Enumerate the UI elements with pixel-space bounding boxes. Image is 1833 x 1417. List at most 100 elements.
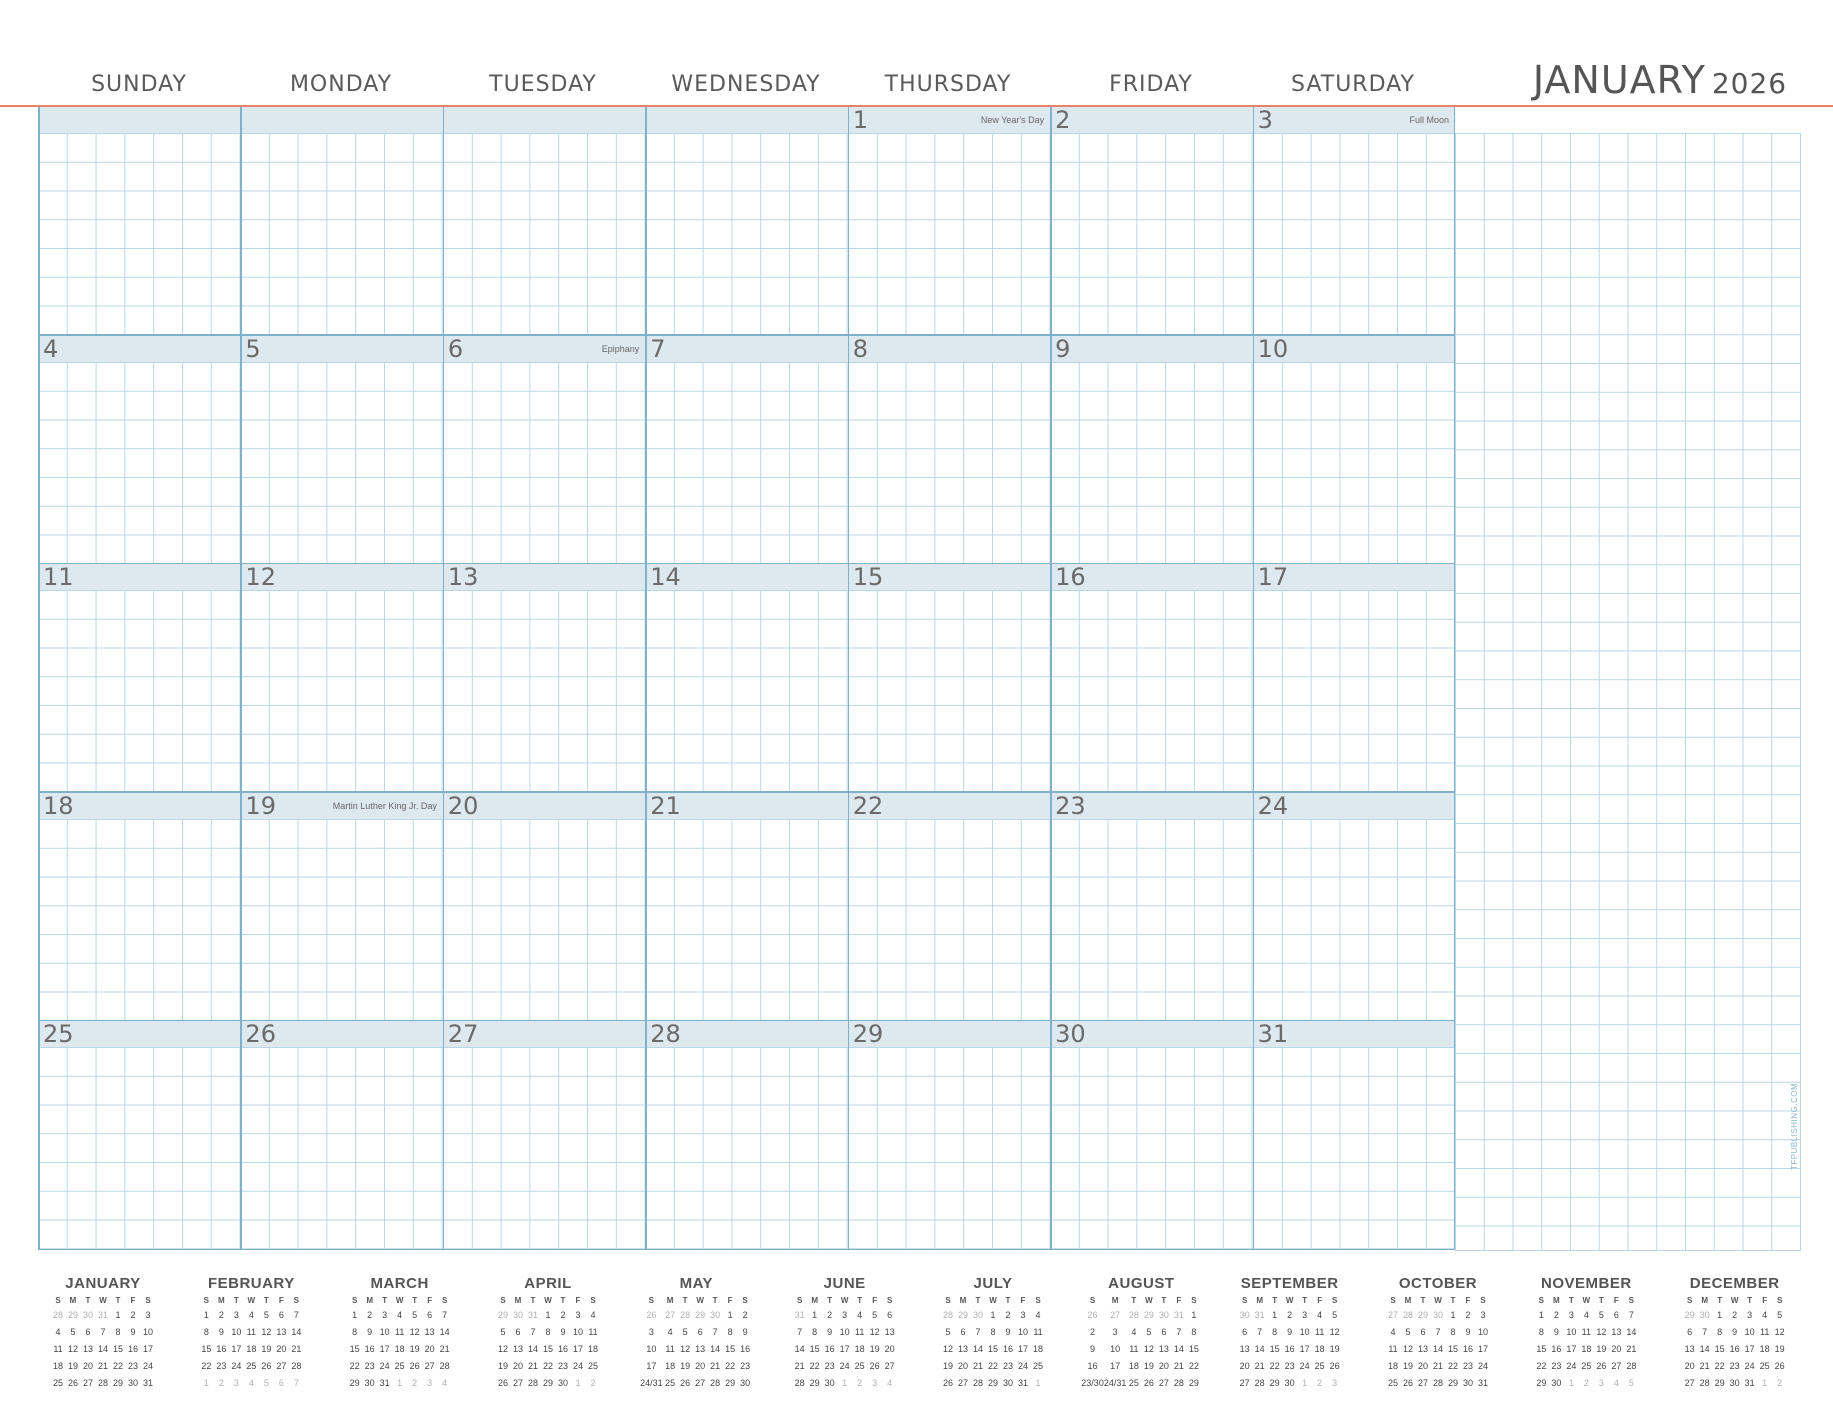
mini-day: 4 <box>1613 1377 1619 1388</box>
empty-day-cell[interactable] <box>645 107 848 336</box>
day-cell-10[interactable]: 10 <box>1252 335 1455 565</box>
weekday-letter: T <box>827 1295 833 1305</box>
mini-day: 18 <box>52 1360 63 1371</box>
writing-grid <box>442 818 646 1022</box>
writing-grid <box>38 1047 241 1250</box>
day-cell-7[interactable]: 7 <box>645 335 848 565</box>
day-cell-23[interactable]: 23 <box>1050 792 1253 1022</box>
mini-day: 26 <box>646 1309 657 1320</box>
day-cell-27[interactable]: 27 <box>442 1021 646 1250</box>
mini-day: 4 <box>248 1309 254 1320</box>
mini-day: 4 <box>55 1326 61 1337</box>
day-cell-31[interactable]: 31 <box>1252 1021 1455 1250</box>
mini-day: 11 <box>665 1343 675 1354</box>
mini-day: 18 <box>394 1343 405 1354</box>
mini-day: 1 <box>1191 1309 1197 1320</box>
mini-day: 22 <box>201 1360 212 1371</box>
day-cell-15[interactable]: 15 <box>847 564 1051 793</box>
empty-day-cell[interactable] <box>240 107 443 336</box>
day-cell-17[interactable]: 17 <box>1252 563 1455 793</box>
day-cell-24[interactable]: 24 <box>1252 792 1455 1022</box>
day-cell-4[interactable]: 4 <box>38 335 241 565</box>
writing-grid <box>442 361 646 565</box>
mini-calendar-table: S M T W T F S 30 31 1 2 3 4 5 6 7 8 9 10 11 12 13 14 15 16 17 18 19… <box>1237 1294 1342 1391</box>
mini-day: 10 <box>231 1326 242 1337</box>
weekday-letter: F <box>1762 1295 1768 1305</box>
mini-day: 1 <box>397 1377 403 1388</box>
day-cell-29[interactable]: 29 <box>847 1021 1051 1250</box>
date-number: 28 <box>650 1020 681 1049</box>
mini-day: 4 <box>667 1326 673 1337</box>
weekday-letter: M <box>69 1295 77 1305</box>
day-cell-18[interactable]: 18 <box>38 792 241 1022</box>
writing-grid <box>240 590 443 793</box>
day-cell-3[interactable]: 3 Full Moon <box>1252 107 1455 336</box>
mini-day: 22 <box>1269 1360 1280 1371</box>
mini-day: 7 <box>975 1326 981 1337</box>
mini-day: 10 <box>1110 1343 1121 1354</box>
mini-day: 27 <box>1387 1309 1398 1320</box>
day-cell-20[interactable]: 20 <box>442 791 646 1022</box>
date-number: 17 <box>1257 563 1289 592</box>
day-cell-22[interactable]: 22 <box>847 792 1051 1022</box>
day-cell-1[interactable]: 1 New Year's Day <box>847 107 1051 336</box>
mini-day: 10 <box>1566 1326 1577 1337</box>
mini-day: 28 <box>680 1309 691 1320</box>
mini-day: 17 <box>1017 1343 1028 1354</box>
date-number: 8 <box>852 334 868 363</box>
day-cell-25[interactable]: 25 <box>38 1021 241 1250</box>
date-number: 13 <box>447 563 479 592</box>
weekday-letter: S <box>145 1295 151 1305</box>
mini-day: 4 <box>1317 1309 1323 1320</box>
mini-day: 29 <box>1684 1309 1695 1320</box>
mini-day: 16 <box>127 1343 138 1354</box>
weekday-letter: W <box>1145 1295 1153 1305</box>
mini-day: 11 <box>53 1343 63 1354</box>
mini-day: 22 <box>112 1360 123 1371</box>
empty-day-cell[interactable] <box>38 107 241 336</box>
mini-day: 30 <box>364 1377 375 1388</box>
day-cell-30[interactable]: 30 <box>1050 1021 1253 1250</box>
date-number: 20 <box>447 791 479 820</box>
mini-day: 17 <box>1566 1343 1577 1354</box>
mini-day: 4 <box>590 1309 596 1320</box>
day-cell-2[interactable]: 2 <box>1050 107 1253 336</box>
day-cell-16[interactable]: 16 <box>1050 564 1253 793</box>
mini-day: 12 <box>1402 1343 1413 1354</box>
mini-day: 20 <box>512 1360 523 1371</box>
mini-day: 25 <box>854 1360 865 1371</box>
day-cell-9[interactable]: 9 <box>1050 335 1253 565</box>
empty-day-cell[interactable] <box>442 107 646 336</box>
mini-day: 17 <box>1299 1343 1310 1354</box>
day-cell-11[interactable]: 11 <box>38 564 241 793</box>
mini-day: 26 <box>1143 1377 1154 1388</box>
day-cell-21[interactable]: 21 <box>645 792 848 1022</box>
mini-day: 23 <box>740 1360 751 1371</box>
day-cell-26[interactable]: 26 <box>240 1021 443 1250</box>
mini-day: 13 <box>512 1343 523 1354</box>
mini-day: 27 <box>512 1377 523 1388</box>
day-cell-13[interactable]: 13 <box>442 563 646 793</box>
day-cell-5[interactable]: 5 <box>240 335 443 565</box>
mini-day: 21 <box>1432 1360 1443 1371</box>
day-cell-19[interactable]: 19 Martin Luther King Jr. Day <box>240 792 443 1022</box>
day-cell-28[interactable]: 28 <box>645 1020 848 1250</box>
weekday-letter: F <box>278 1295 284 1305</box>
mini-calendar-title: JANUARY <box>65 1275 141 1292</box>
day-cell-8[interactable]: 8 <box>847 334 1051 565</box>
weekday-letter: T <box>712 1295 718 1305</box>
day-cell-6[interactable]: 6 Epiphany <box>442 335 646 565</box>
date-band <box>1050 107 1253 134</box>
mini-day: 21 <box>97 1360 108 1371</box>
row-divider <box>38 791 1455 793</box>
mini-day: 28 <box>97 1377 108 1388</box>
mini-day: 2 <box>1732 1309 1738 1320</box>
day-cell-14[interactable]: 14 <box>645 564 848 793</box>
mini-day: 12 <box>1143 1343 1154 1354</box>
day-cell-12[interactable]: 12 <box>240 564 443 793</box>
writing-grid <box>442 133 646 336</box>
weekday-letter: F <box>575 1295 581 1305</box>
notes-grid <box>1455 133 1801 1251</box>
mini-day: 17 <box>142 1343 153 1354</box>
writing-grid <box>38 133 241 336</box>
